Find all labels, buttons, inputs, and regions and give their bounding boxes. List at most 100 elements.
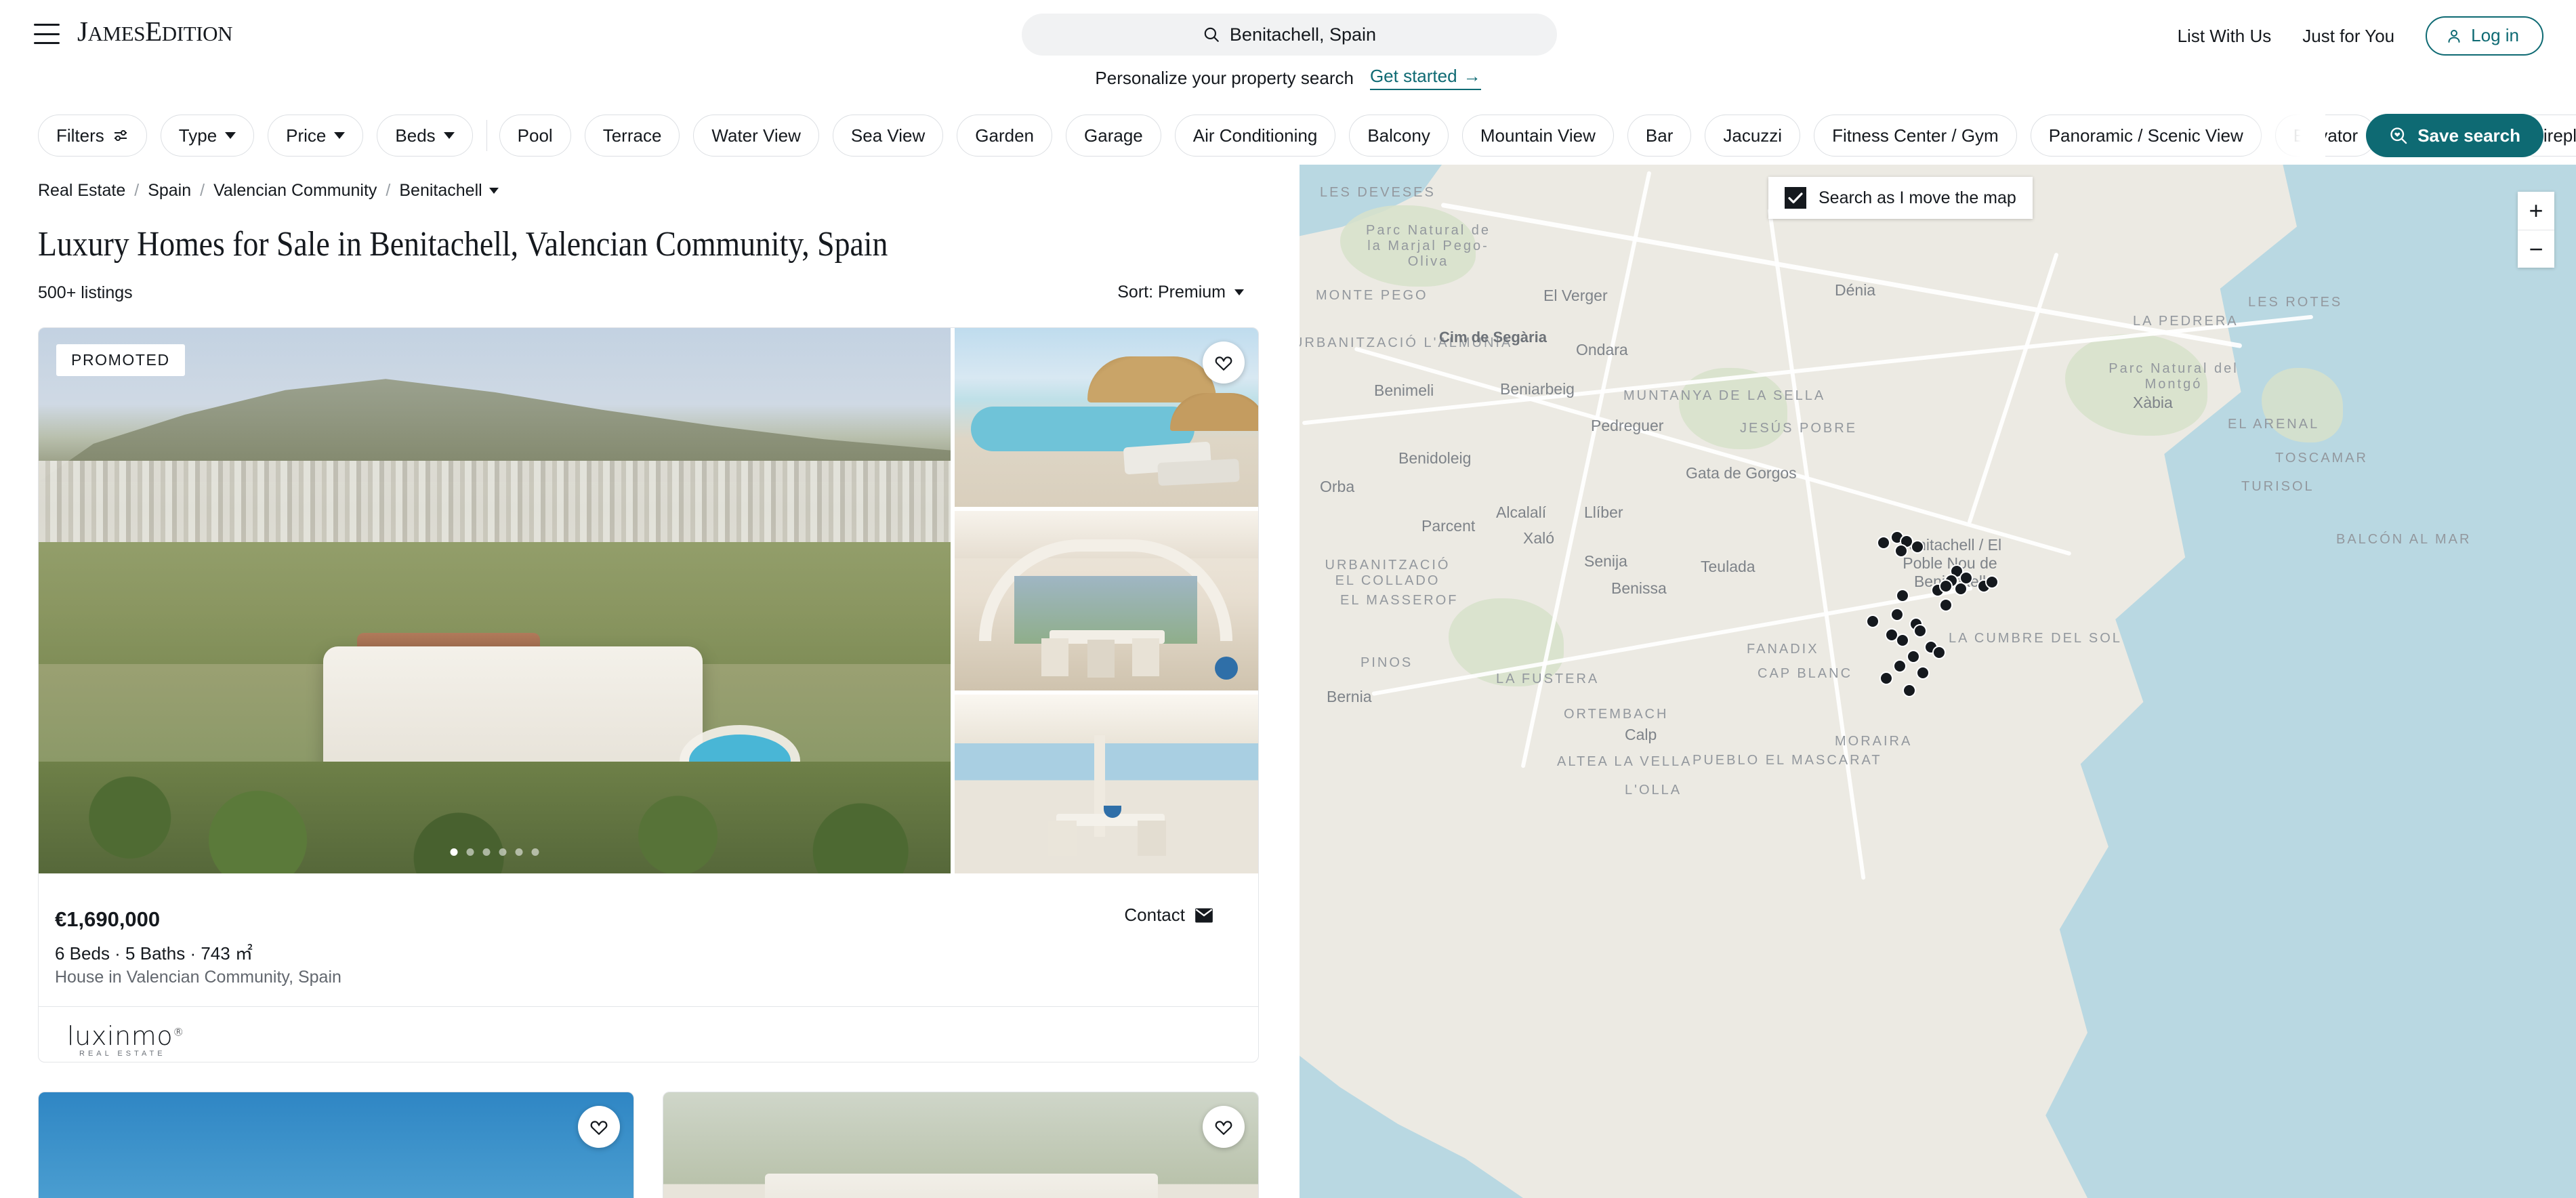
zoom-in-button[interactable]: + — [2518, 192, 2554, 230]
checkbox-checked-icon — [1785, 187, 1806, 209]
gallery-dot[interactable] — [482, 848, 491, 856]
map-label: Benimeli — [1374, 381, 1434, 399]
map-marker[interactable] — [1907, 650, 1920, 663]
map-marker[interactable] — [1939, 579, 1953, 593]
type-dropdown[interactable]: Type — [160, 115, 255, 157]
map-marker[interactable] — [1939, 598, 1953, 612]
map-park-area — [2065, 334, 2207, 436]
map-marker[interactable] — [1893, 659, 1907, 673]
map-label: Ondara — [1576, 341, 1628, 358]
beds-dropdown[interactable]: Beds — [377, 115, 473, 157]
map-label: MONTE PEGO — [1316, 288, 1428, 303]
gallery-dot[interactable] — [499, 848, 507, 856]
filter-chip-jacuzzi[interactable]: Jacuzzi — [1705, 115, 1801, 157]
filter-chip-garage[interactable]: Garage — [1066, 115, 1161, 157]
nav-list-with-us[interactable]: List With Us — [2178, 26, 2272, 47]
map-marker[interactable] — [1896, 634, 1909, 647]
map-marker[interactable] — [1903, 684, 1916, 697]
filter-chip-balcony[interactable]: Balcony — [1349, 115, 1449, 157]
zoom-out-button[interactable]: − — [2518, 230, 2554, 268]
map-marker[interactable] — [1877, 536, 1890, 550]
type-label: Type — [178, 125, 217, 146]
breadcrumb-item-real-estate[interactable]: Real Estate — [38, 181, 125, 201]
map-marker[interactable] — [1894, 544, 1908, 558]
map-marker[interactable] — [1890, 608, 1904, 621]
map-zoom-controls[interactable]: + − — [2518, 192, 2554, 268]
gallery-dot[interactable] — [515, 848, 523, 856]
map-marker[interactable] — [1959, 571, 1973, 585]
gallery-main-photo[interactable]: PROMOTED — [39, 328, 951, 873]
photo-covered-terrace — [955, 511, 1258, 690]
map-park-area — [1449, 598, 1564, 686]
listing-card-3[interactable] — [663, 1092, 1259, 1198]
breadcrumb-item-valencian-community[interactable]: Valencian Community — [213, 181, 377, 201]
login-label: Log in — [2471, 25, 2519, 45]
search-as-move-label: Search as I move the map — [1819, 188, 2016, 207]
gallery-photo-pool[interactable] — [955, 328, 1258, 508]
map-marker[interactable] — [1866, 615, 1879, 628]
chip-label: Garden — [975, 125, 1035, 146]
filter-chip-fitness-center-gym[interactable]: Fitness Center / Gym — [1814, 115, 2017, 157]
breadcrumb-item-benitachell[interactable]: Benitachell — [399, 181, 499, 201]
filter-chip-pool[interactable]: Pool — [499, 115, 571, 157]
favorite-button[interactable] — [1203, 1106, 1245, 1148]
gallery-dot[interactable] — [466, 848, 474, 856]
login-button[interactable]: Log in — [2426, 16, 2543, 56]
listing-card-2[interactable] — [38, 1092, 634, 1198]
filter-chip-sea-view[interactable]: Sea View — [832, 115, 944, 157]
search-input[interactable]: Benitachell, Spain — [1022, 14, 1557, 56]
map-marker[interactable] — [1985, 575, 1999, 589]
filter-chip-panoramic-scenic-view[interactable]: Panoramic / Scenic View — [2030, 115, 2262, 157]
map-label: Senija — [1584, 552, 1627, 570]
map-marker[interactable] — [1896, 589, 1909, 602]
filter-chip-terrace[interactable]: Terrace — [584, 115, 680, 157]
filter-chip-bar[interactable]: Bar — [1627, 115, 1692, 157]
photo-sea-view-terrace — [955, 694, 1258, 873]
search-value: Benitachell, Spain — [1229, 24, 1377, 45]
hamburger-menu-icon[interactable] — [34, 24, 60, 44]
gallery-photo-terrace-dining[interactable] — [955, 511, 1258, 690]
filter-chip-air-conditioning[interactable]: Air Conditioning — [1174, 115, 1336, 157]
map-label: PUEBLO EL MASCARAT — [1692, 753, 1882, 768]
map-marker[interactable] — [1879, 672, 1893, 685]
filter-chip-mountain-view[interactable]: Mountain View — [1461, 115, 1614, 157]
chip-label: Water View — [711, 125, 801, 146]
favorite-button[interactable] — [578, 1106, 620, 1148]
filter-chip-elevator[interactable]: Elevator — [2274, 115, 2377, 157]
gallery-dot[interactable] — [450, 848, 458, 856]
agency-logo[interactable]: luxinmo® — [67, 1021, 184, 1051]
breadcrumb-item-spain[interactable]: Spain — [148, 181, 191, 201]
map-road — [1440, 202, 2243, 349]
sort-dropdown[interactable]: Sort: Premium — [1117, 283, 1244, 302]
filter-chip-garden[interactable]: Garden — [957, 115, 1053, 157]
map-marker[interactable] — [1932, 646, 1946, 659]
nav-just-for-you[interactable]: Just for You — [2302, 26, 2394, 47]
get-started-link[interactable]: Get started → — [1369, 66, 1481, 90]
map-marker[interactable] — [1913, 624, 1927, 638]
price-dropdown[interactable]: Price — [268, 115, 364, 157]
listing-card[interactable]: PROMOTED €1,690,000 6 Beds · 5 Baths · 7… — [38, 327, 1259, 1062]
breadcrumb-current-label: Benitachell — [399, 181, 482, 200]
chip-label: Bar — [1645, 125, 1674, 146]
map-panel[interactable]: LES DEVESES Parc Natural de la Marjal Peg… — [1300, 165, 2576, 1198]
map-label: Parcent — [1421, 517, 1476, 535]
map-marker[interactable] — [1911, 540, 1924, 554]
gallery-photo-sea-view-terrace[interactable] — [955, 694, 1258, 873]
contact-button[interactable]: Contact — [1124, 905, 1213, 926]
save-search-button[interactable]: Save search — [2366, 114, 2543, 157]
favorite-button[interactable] — [1203, 342, 1245, 384]
map-label: CAP BLANC — [1758, 666, 1853, 681]
card-divider — [39, 1006, 1258, 1007]
logo-e: E — [145, 16, 162, 47]
filters-button[interactable]: Filters — [38, 115, 147, 157]
map-label: Benidoleig — [1398, 449, 1472, 467]
map-marker[interactable] — [1916, 666, 1930, 680]
filter-chip-water-view[interactable]: Water View — [693, 115, 819, 157]
site-logo[interactable]: JAMESEDITION — [77, 15, 233, 47]
gallery-dot[interactable] — [531, 848, 539, 856]
user-icon — [2448, 29, 2460, 43]
search-as-move-checkbox[interactable]: Search as I move the map — [1768, 177, 2033, 219]
results-panel: Real Estate / Spain / Valencian Communit… — [0, 165, 1300, 1198]
breadcrumb-separator: / — [386, 181, 391, 200]
filter-bar[interactable]: Filters Type Price Beds Pool Terrace Wat… — [0, 110, 2576, 161]
